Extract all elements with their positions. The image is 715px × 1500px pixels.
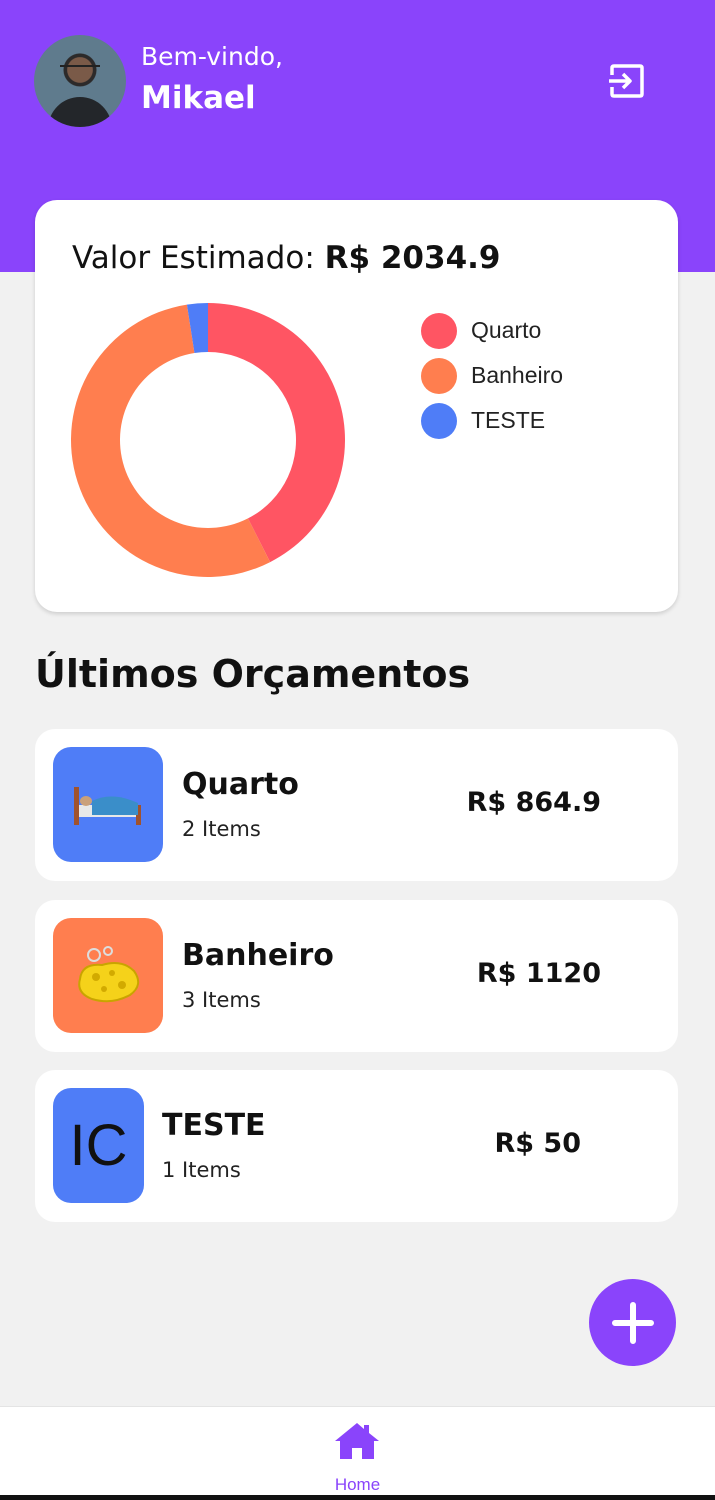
sponge-icon-tile [53,918,163,1033]
system-bar [0,1495,715,1500]
nav-home-label[interactable]: Home [0,1475,715,1495]
section-title: Últimos Orçamentos [35,652,471,696]
budget-name: TESTE [162,1108,266,1143]
home-icon[interactable] [333,1421,381,1461]
budget-card-teste[interactable]: IC TESTE 1 Items R$ 50 [35,1070,678,1222]
legend-label-banheiro: Banheiro [471,362,564,388]
username: Mikael [141,80,256,116]
budget-price: R$ 864.9 [466,787,601,818]
donut-chart [71,303,345,577]
bottom-navigation: Home [0,1406,715,1500]
legend-dot-quarto [421,312,457,349]
budget-count: 1 Items [162,1158,241,1182]
plus-icon [611,1301,654,1344]
chart-legend: Quarto Banheiro TESTE [421,308,563,443]
budget-count: 3 Items [182,988,261,1012]
avatar-body [48,97,112,127]
legend-item-banheiro: Banheiro [421,353,563,398]
bed-icon [74,786,141,825]
legend-label-teste: TESTE [471,407,546,433]
bed-icon-tile [53,747,163,862]
add-budget-button[interactable] [589,1279,676,1366]
logout-icon [609,64,644,98]
initials-icon-tile: IC [53,1088,144,1203]
avatar[interactable] [34,35,126,127]
legend-dot-banheiro [421,357,457,394]
budget-name: Banheiro [182,938,334,973]
legend-item-teste: TESTE [421,398,563,443]
budget-price: R$ 1120 [476,958,601,989]
budget-count: 2 Items [182,817,261,841]
greeting-text: Bem-vindo, [141,42,283,71]
avatar-glasses [60,65,100,77]
summary-card: Valor Estimado: R$ 2034.9 Quarto Banheir… [35,200,678,612]
donut-slice-quarto [208,303,345,563]
estimated-value-label: Valor Estimado: [72,240,315,276]
estimated-value: Valor Estimado: R$ 2034.9 [72,240,500,276]
budget-card-banheiro[interactable]: Banheiro 3 Items R$ 1120 [35,900,678,1052]
budget-price: R$ 50 [494,1128,581,1159]
budget-card-quarto[interactable]: Quarto 2 Items R$ 864.9 [35,729,678,881]
budget-name: Quarto [182,767,299,802]
logout-button[interactable] [606,60,648,102]
initials-text: IC [69,1113,128,1178]
legend-item-quarto: Quarto [421,308,563,353]
legend-dot-teste [421,402,457,439]
sponge-icon [78,945,140,1002]
legend-label-quarto: Quarto [471,317,542,343]
estimated-value-total: R$ 2034.9 [324,240,501,276]
